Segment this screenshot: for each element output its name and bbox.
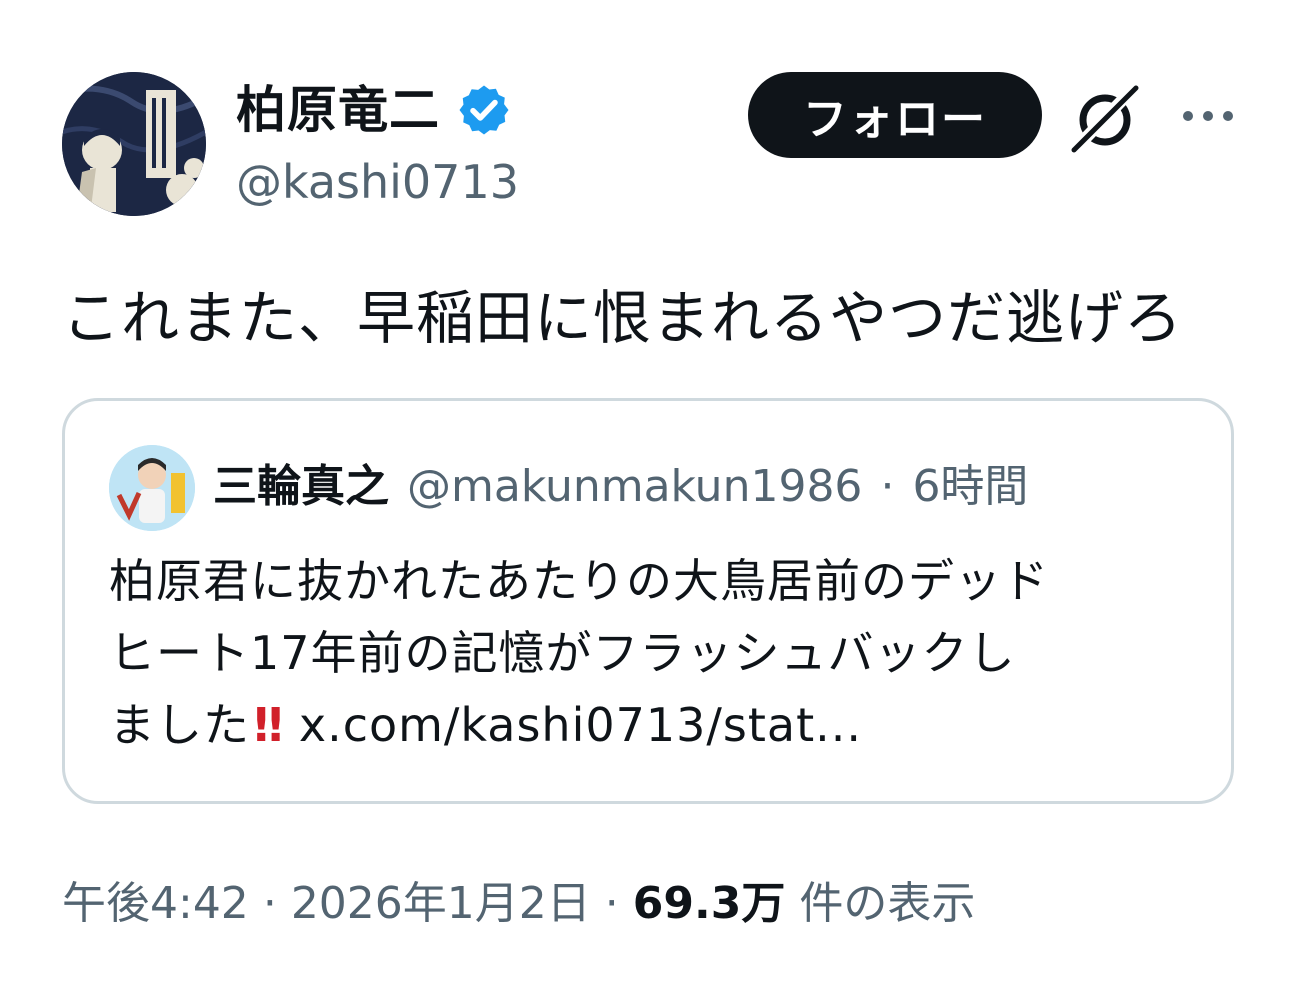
quote-author-avatar[interactable] xyxy=(109,445,195,531)
quote-line-1: 柏原君に抜かれたあたりの大鳥居前のデッド xyxy=(109,554,1049,608)
verified-badge-icon xyxy=(456,82,512,138)
views-count: 69.3万 xyxy=(632,878,786,929)
quote-avatar-image xyxy=(109,445,195,531)
author-display-name[interactable]: 柏原竜二 xyxy=(236,78,440,142)
quote-link[interactable]: x.com/kashi0713/stat... xyxy=(299,698,862,752)
author-name-row: 柏原竜二 xyxy=(236,78,512,142)
quote-line-3-text: ました xyxy=(109,698,250,752)
quote-line-2: ヒート17年前の記憶がフラッシュバックし xyxy=(109,626,1016,680)
quote-text: 柏原君に抜かれたあたりの大鳥居前のデッド ヒート17年前の記憶がフラッシュバック… xyxy=(109,545,1199,761)
views-label: 件の表示 xyxy=(799,878,976,929)
quoted-tweet-card[interactable]: 三輪真之 @makunmakun1986 · 6時間 柏原君に抜かれたあたりの大… xyxy=(62,398,1234,804)
grok-icon[interactable] xyxy=(1068,82,1142,156)
quote-author-handle[interactable]: @makunmakun1986 xyxy=(407,455,862,519)
author-handle[interactable]: @kashi0713 xyxy=(236,152,519,212)
quote-line-3: ました‼ x.com/kashi0713/stat... xyxy=(109,689,1199,761)
meta-separator-2: · xyxy=(604,878,619,929)
follow-button[interactable]: フォロー xyxy=(748,72,1042,158)
tweet-page: 柏原竜二 @kashi0713 フォロー これまた、早稲田に恨まれるやつだ逃げろ xyxy=(0,0,1300,1000)
quote-header: 三輪真之 @makunmakun1986 · 6時間 xyxy=(213,455,1028,519)
tweet-meta: 午後4:42 · 2026年1月2日 · 69.3万 件の表示 xyxy=(62,872,975,936)
tweet-date[interactable]: 2026年1月2日 xyxy=(291,872,591,936)
author-avatar[interactable] xyxy=(62,72,206,216)
tweet-text: これまた、早稲田に恨まれるやつだ逃げろ xyxy=(62,284,1184,352)
quote-author-name[interactable]: 三輪真之 xyxy=(213,455,389,519)
author-avatar-image xyxy=(62,72,206,216)
double-exclamation-emoji: ‼ xyxy=(254,698,283,752)
meta-separator-1: · xyxy=(262,878,277,929)
tweet-time[interactable]: 午後4:42 xyxy=(62,872,249,936)
quote-separator: · xyxy=(880,461,895,512)
quote-timestamp[interactable]: 6時間 xyxy=(912,455,1028,519)
more-options-icon[interactable] xyxy=(1178,96,1238,136)
